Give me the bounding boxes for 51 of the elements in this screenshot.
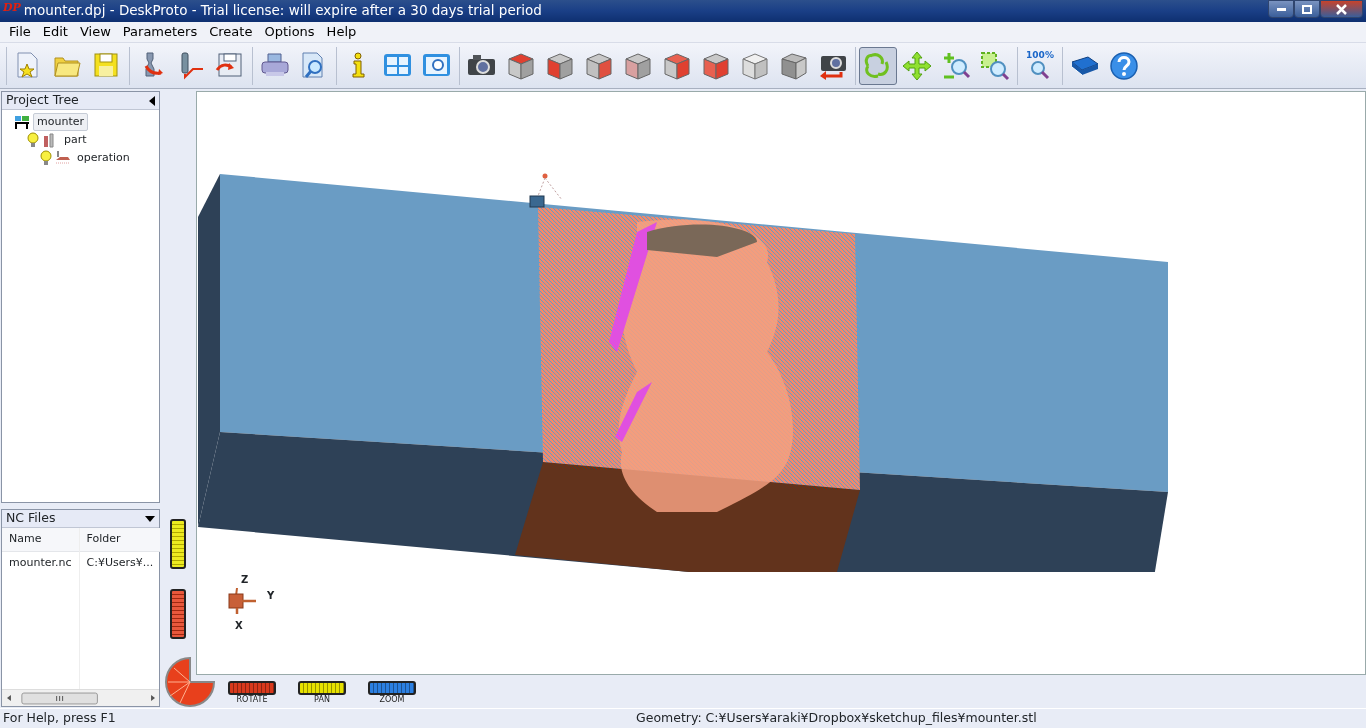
tree-item[interactable]: mounter bbox=[33, 112, 88, 132]
lightbulb-icon[interactable] bbox=[40, 150, 52, 166]
column-header[interactable]: Name bbox=[2, 528, 79, 552]
horizontal-scrollbar[interactable] bbox=[2, 689, 159, 706]
dropdown-arrow-icon[interactable] bbox=[145, 515, 155, 522]
operation-icon bbox=[55, 150, 71, 166]
zoom-fit-button[interactable]: 100% bbox=[1021, 46, 1059, 85]
tree-item[interactable]: part bbox=[61, 131, 90, 149]
control-wheel[interactable] bbox=[298, 681, 346, 695]
status-text: For Help, press F1 bbox=[2, 709, 117, 728]
menu-item[interactable]: Edit bbox=[36, 21, 74, 43]
minimize-button[interactable] bbox=[1268, 0, 1294, 18]
axis-label: Y bbox=[267, 589, 275, 603]
restore-button[interactable] bbox=[1294, 0, 1320, 18]
menu-item[interactable]: Parameters bbox=[116, 21, 204, 43]
restore-icon bbox=[1302, 4, 1312, 14]
lightbulb-icon[interactable] bbox=[27, 132, 39, 148]
tree-item[interactable]: operation bbox=[74, 149, 133, 167]
zoom-label: 100% bbox=[1026, 51, 1054, 60]
wheel-label: ZOOM bbox=[379, 695, 405, 706]
menu-item[interactable]: Help bbox=[320, 21, 363, 43]
menu-item[interactable]: View bbox=[73, 21, 117, 43]
close-button[interactable] bbox=[1320, 0, 1363, 18]
axis-triad-icon bbox=[227, 586, 257, 616]
collapse-arrow-icon[interactable] bbox=[149, 95, 155, 106]
axis-label: X bbox=[235, 619, 243, 633]
wheel-label: ROTATE bbox=[236, 695, 268, 706]
panel-title: NC Files bbox=[6, 509, 56, 528]
menu-item[interactable]: File bbox=[3, 21, 37, 43]
window-title: mounter.dpj - DeskProto - Trial license: will expire after a 30 days trial period bbox=[23, 1, 543, 20]
status-text: Geometry: C:¥Users¥araki¥Dropbox¥sketchup_files¥mounter.stl bbox=[636, 709, 1037, 728]
minimize-icon bbox=[1276, 7, 1286, 11]
help-icon bbox=[1108, 49, 1140, 82]
menu-item[interactable]: Create bbox=[203, 21, 259, 43]
table-cell[interactable]: mounter.nc bbox=[2, 551, 79, 574]
column-header[interactable]: Folder bbox=[79, 528, 160, 552]
move-arrows-icon bbox=[901, 49, 933, 82]
table-cell[interactable]: C:¥Users¥... bbox=[79, 551, 160, 574]
rotate-button[interactable] bbox=[859, 46, 897, 85]
pan-wheel[interactable] bbox=[170, 519, 186, 569]
close-icon bbox=[1336, 3, 1347, 15]
app-logo: DP bbox=[2, 0, 22, 16]
axis-label: Z bbox=[241, 573, 249, 587]
zoom-fit-icon bbox=[1030, 60, 1050, 80]
project-icon bbox=[14, 114, 30, 130]
rotate-dial[interactable] bbox=[164, 656, 216, 708]
wheel-label: PAN bbox=[314, 695, 330, 706]
panel-title: Project Tree bbox=[6, 91, 79, 110]
menu-item[interactable]: Options bbox=[258, 21, 321, 43]
rotate-wheel[interactable] bbox=[170, 589, 186, 639]
zoom-window-icon bbox=[979, 49, 1011, 82]
